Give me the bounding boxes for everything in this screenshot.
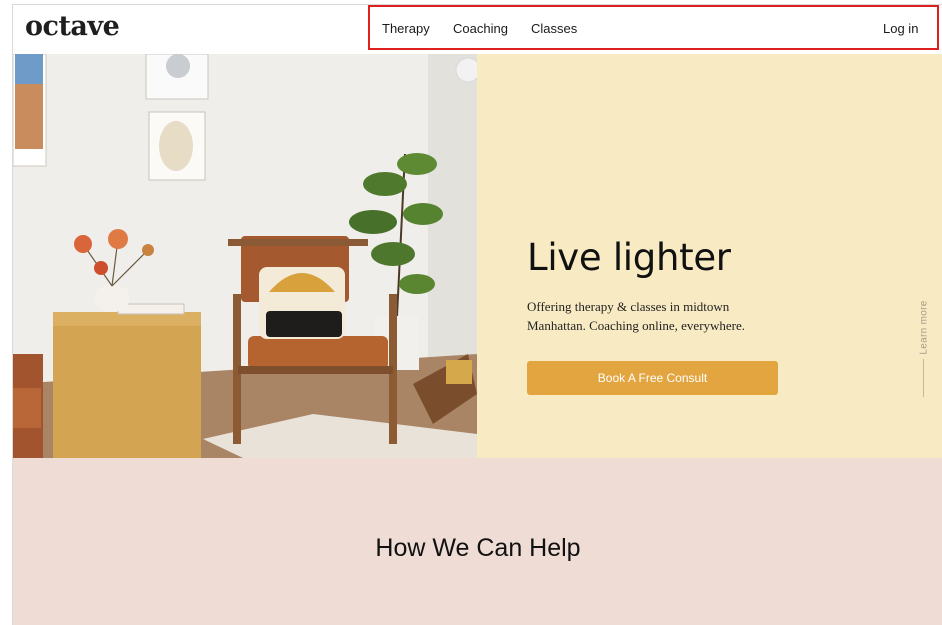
hero-subtitle: Offering therapy & classes in midtown Ma…	[527, 299, 746, 333]
how-we-can-help-section: How We Can Help	[13, 458, 942, 625]
login-link[interactable]: Log in	[883, 21, 918, 36]
page-frame: octave Therapy Coaching Classes Log in L…	[12, 4, 942, 625]
nav-item-therapy[interactable]: Therapy	[382, 21, 430, 36]
hero-photo-living-room	[13, 54, 477, 458]
hero-promo-panel: Live lighter Offering therapy & classes …	[477, 54, 942, 458]
learn-more-line	[923, 359, 924, 397]
learn-more-label: Learn more	[918, 300, 930, 355]
octave-logo[interactable]: octave	[25, 11, 120, 42]
hero-section: Live lighter Offering therapy & classes …	[13, 54, 942, 458]
nav-item-coaching[interactable]: Coaching	[453, 21, 508, 36]
learn-more-link[interactable]: Learn more	[917, 300, 931, 402]
hero-title: Live lighter	[527, 236, 731, 279]
section-title: How We Can Help	[375, 534, 581, 562]
nav-item-classes[interactable]: Classes	[531, 21, 577, 36]
book-consult-button[interactable]: Book A Free Consult	[527, 361, 778, 395]
site-header: octave Therapy Coaching Classes Log in	[13, 5, 942, 53]
